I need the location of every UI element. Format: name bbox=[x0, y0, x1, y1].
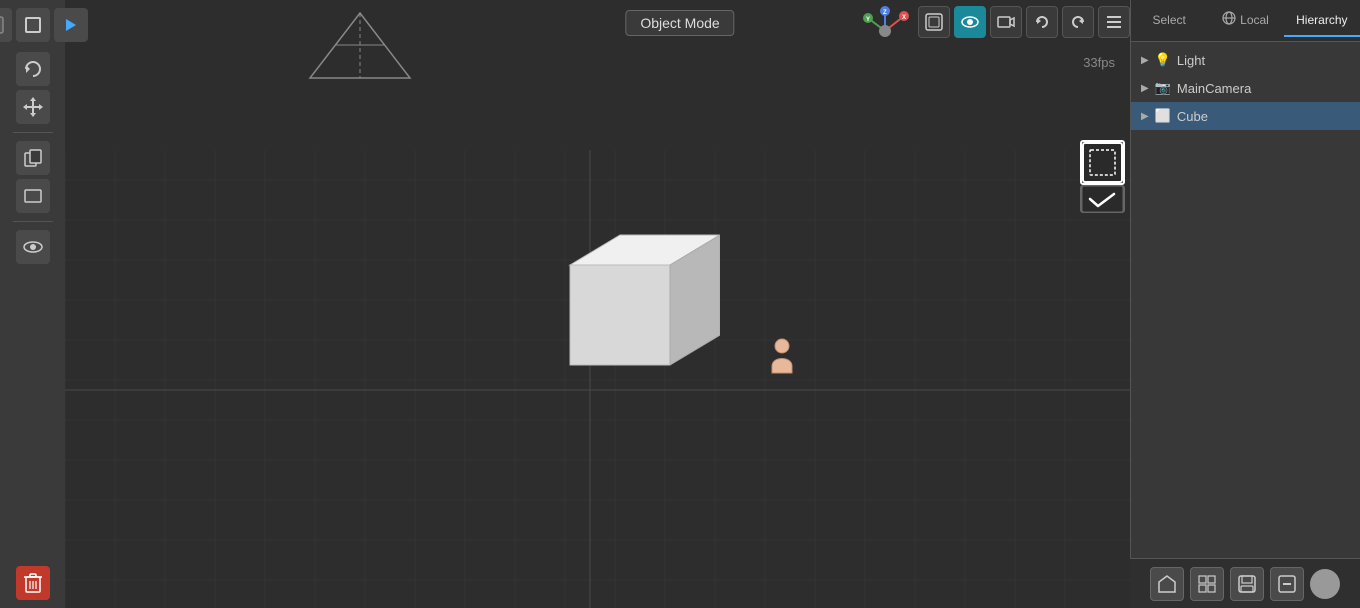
delete-scene-button[interactable] bbox=[1270, 567, 1304, 601]
left-toolbar bbox=[0, 0, 65, 608]
select-tab[interactable]: Select bbox=[1131, 5, 1207, 37]
view-button[interactable] bbox=[16, 230, 50, 264]
fps-display: 33fps bbox=[1083, 55, 1115, 70]
cube-arrow-icon: ▶ bbox=[1141, 111, 1149, 122]
local-tab[interactable]: Local bbox=[1207, 3, 1283, 38]
render-preview-button[interactable] bbox=[954, 6, 986, 38]
camera-wireframe bbox=[300, 8, 420, 88]
perspective-toggle-button[interactable] bbox=[918, 6, 950, 38]
axis-gizmo: X Y Z bbox=[860, 6, 910, 56]
frame-button[interactable] bbox=[16, 179, 50, 213]
camera-view-button[interactable] bbox=[990, 6, 1022, 38]
hierarchy-tab[interactable]: Hierarchy bbox=[1284, 5, 1360, 37]
toolbar-divider-1 bbox=[13, 132, 53, 133]
camera-cursor-icon bbox=[768, 338, 796, 380]
scene-button[interactable] bbox=[1150, 567, 1184, 601]
svg-text:Z: Z bbox=[883, 10, 887, 16]
panel-header: Select Local Hierarchy bbox=[1131, 0, 1360, 42]
blender-logo-button[interactable] bbox=[0, 8, 12, 42]
circle-selector-button[interactable] bbox=[1310, 569, 1340, 599]
hierarchy-item-light[interactable]: ▶ 💡 Light bbox=[1131, 46, 1360, 74]
hierarchy-item-maincamera[interactable]: ▶ 📷 MainCamera bbox=[1131, 74, 1360, 102]
menu-button[interactable] bbox=[1098, 6, 1130, 38]
cube-type-icon: ⬜ bbox=[1155, 108, 1171, 124]
globe-icon bbox=[1222, 11, 1236, 28]
cube-3d-object bbox=[540, 195, 720, 375]
svg-text:Y: Y bbox=[866, 17, 870, 23]
light-type-icon: 💡 bbox=[1155, 52, 1171, 68]
hierarchy-list: ▶ 💡 Light ▶ 📷 MainCamera ▶ ⬜ Cube bbox=[1131, 42, 1360, 608]
check-mark-icon bbox=[1080, 185, 1125, 213]
rotate-button[interactable] bbox=[16, 52, 50, 86]
bottom-panel-toolbar bbox=[1130, 558, 1360, 608]
save-scene-button[interactable] bbox=[1230, 567, 1264, 601]
svg-text:X: X bbox=[902, 15, 906, 21]
camera-arrow-icon: ▶ bbox=[1141, 83, 1149, 94]
camera-type-icon: 📷 bbox=[1155, 80, 1171, 96]
top-right-icons-group: X Y Z bbox=[860, 6, 1130, 56]
redo-button[interactable] bbox=[1062, 6, 1094, 38]
viewport[interactable] bbox=[0, 0, 1130, 608]
box-select-button[interactable] bbox=[16, 8, 50, 42]
delete-button[interactable] bbox=[16, 566, 50, 600]
light-arrow-icon: ▶ bbox=[1141, 55, 1149, 66]
copy-button[interactable] bbox=[16, 141, 50, 175]
move-button[interactable] bbox=[16, 90, 50, 124]
undo-button[interactable] bbox=[1026, 6, 1058, 38]
play-button[interactable] bbox=[54, 8, 88, 42]
object-mode-selector[interactable]: Object Mode bbox=[625, 10, 734, 36]
hierarchy-item-cube[interactable]: ▶ ⬜ Cube bbox=[1131, 102, 1360, 130]
toolbar-divider-2 bbox=[13, 221, 53, 222]
right-panel: Select Local Hierarchy ▶ 💡 Light ▶ bbox=[1130, 0, 1360, 608]
selection-rect-icon bbox=[1080, 140, 1125, 185]
grid-layout-button[interactable] bbox=[1190, 567, 1224, 601]
